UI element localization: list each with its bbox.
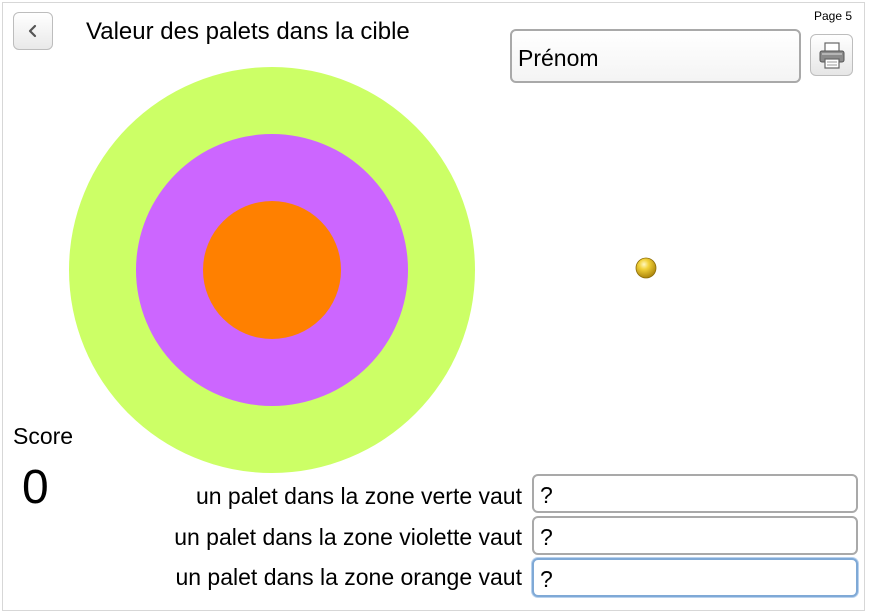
score-value: 0 [22, 461, 49, 514]
purple-zone-question: un palet dans la zone violette vaut [174, 524, 522, 550]
back-button[interactable] [13, 12, 53, 50]
print-button[interactable] [810, 34, 853, 76]
printer-icon [819, 42, 844, 69]
purple-zone-answer-input[interactable] [532, 516, 858, 555]
chevron-left-icon [28, 24, 37, 38]
first-name-input[interactable] [510, 29, 801, 83]
puck-ball-icon[interactable] [635, 257, 657, 279]
green-zone-question: un palet dans la zone verte vaut [195, 483, 522, 509]
orange-zone-answer-input[interactable] [532, 558, 858, 597]
page-title: Valeur des palets dans la cible [86, 18, 410, 45]
target [69, 67, 475, 473]
green-zone-answer-input[interactable] [532, 474, 858, 513]
orange-zone-question: un palet dans la zone orange vaut [175, 564, 522, 590]
page-number: Page 5 [814, 9, 853, 23]
score-label: Score [13, 423, 74, 449]
orange-zone [203, 201, 341, 339]
